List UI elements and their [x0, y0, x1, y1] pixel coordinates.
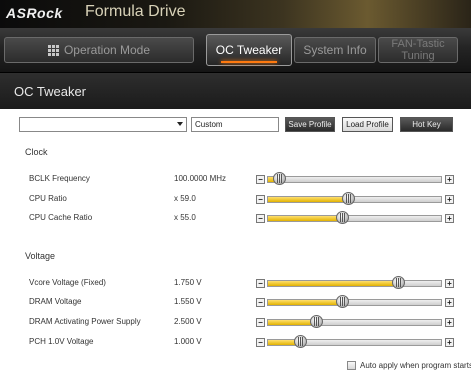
dram-voltage-label: DRAM Voltage	[29, 297, 82, 306]
dram-activating-power-label: DRAM Activating Power Supply	[29, 317, 141, 326]
slider-knob[interactable]	[336, 295, 350, 308]
vcore-voltage-slider[interactable]: − +	[256, 276, 454, 290]
load-profile-button[interactable]: Load Profile	[342, 117, 393, 132]
tab-oc-tweaker[interactable]: OC Tweaker	[206, 34, 292, 66]
increase-button[interactable]: +	[445, 298, 454, 307]
increase-button[interactable]: +	[445, 338, 454, 347]
auto-apply-label: Auto apply when program starts	[360, 361, 471, 370]
tab-fan-tastic-tuning[interactable]: FAN-Tastic Tuning	[378, 37, 458, 63]
profile-dropdown[interactable]	[19, 117, 187, 132]
increase-button[interactable]: +	[445, 214, 454, 223]
chevron-down-icon	[177, 122, 183, 126]
tab-label-line1: FAN-Tastic	[391, 38, 445, 50]
slider-fill	[268, 281, 398, 286]
content-panel	[0, 109, 471, 375]
slider-fill	[268, 300, 343, 305]
section-header: OC Tweaker	[0, 73, 471, 109]
auto-apply-option[interactable]: Auto apply when program starts	[347, 361, 471, 370]
hot-key-button[interactable]: Hot Key	[400, 117, 453, 132]
title-bar: ASRock Formula Drive	[0, 0, 471, 28]
slider-fill	[268, 216, 343, 221]
increase-button[interactable]: +	[445, 195, 454, 204]
decrease-button[interactable]: −	[256, 175, 265, 184]
save-profile-button[interactable]: Save Profile	[285, 117, 335, 132]
slider-knob[interactable]	[294, 335, 308, 348]
slider-track[interactable]	[267, 319, 442, 326]
slider-track[interactable]	[267, 299, 442, 306]
slider-track[interactable]	[267, 339, 442, 346]
bclk-frequency-label: BCLK Frequency	[29, 174, 90, 183]
tab-system-info[interactable]: System Info	[294, 37, 376, 63]
pch-voltage-label: PCH 1.0V Voltage	[29, 337, 94, 346]
dram-voltage-slider[interactable]: − +	[256, 295, 454, 309]
active-tab-indicator	[221, 61, 277, 63]
decrease-button[interactable]: −	[256, 279, 265, 288]
bclk-frequency-value: 100.0000 MHz	[174, 174, 227, 183]
slider-fill	[268, 197, 348, 202]
slider-knob[interactable]	[392, 276, 406, 289]
page-title: OC Tweaker	[14, 84, 87, 99]
increase-button[interactable]: +	[445, 318, 454, 327]
cpu-cache-ratio-slider[interactable]: − +	[256, 211, 454, 225]
pch-voltage-slider[interactable]: − +	[256, 335, 454, 349]
cpu-cache-ratio-value: x 55.0	[174, 213, 196, 222]
tab-operation-mode[interactable]: Operation Mode	[4, 37, 194, 63]
tab-label: Operation Mode	[63, 43, 151, 57]
brand-logo: ASRock	[6, 5, 63, 21]
decrease-button[interactable]: −	[256, 298, 265, 307]
slider-knob[interactable]	[310, 315, 323, 328]
pch-voltage-value: 1.000 V	[174, 337, 202, 346]
cpu-ratio-slider[interactable]: − +	[256, 192, 454, 206]
slider-knob[interactable]	[336, 211, 350, 224]
decrease-button[interactable]: −	[256, 318, 265, 327]
vcore-voltage-value: 1.750 V	[174, 278, 202, 287]
slider-knob[interactable]	[341, 192, 355, 205]
tab-label: System Info	[303, 43, 367, 57]
slider-track[interactable]	[267, 176, 442, 183]
cpu-ratio-value: x 59.0	[174, 194, 196, 203]
clock-group-title: Clock	[25, 147, 48, 157]
dram-activating-power-slider[interactable]: − +	[256, 315, 454, 329]
slider-track[interactable]	[267, 196, 442, 203]
app-title: Formula Drive	[85, 3, 186, 20]
bclk-frequency-slider[interactable]: − +	[256, 172, 454, 186]
auto-apply-checkbox[interactable]	[347, 361, 356, 370]
decrease-button[interactable]: −	[256, 214, 265, 223]
decrease-button[interactable]: −	[256, 338, 265, 347]
slider-track[interactable]	[267, 280, 442, 287]
profile-name-field[interactable]: Custom	[191, 117, 279, 132]
increase-button[interactable]: +	[445, 175, 454, 184]
dram-voltage-value: 1.550 V	[174, 297, 202, 306]
voltage-group-title: Voltage	[25, 251, 56, 261]
main-nav: Operation Mode OC Tweaker System Info FA…	[0, 28, 471, 73]
decrease-button[interactable]: −	[256, 195, 265, 204]
increase-button[interactable]: +	[445, 279, 454, 288]
grid-icon	[47, 44, 59, 56]
tab-label-line2: Tuning	[401, 50, 435, 62]
slider-knob[interactable]	[273, 172, 287, 185]
cpu-cache-ratio-label: CPU Cache Ratio	[29, 213, 93, 222]
slider-track[interactable]	[267, 215, 442, 222]
cpu-ratio-label: CPU Ratio	[29, 194, 67, 203]
tab-label: OC Tweaker	[215, 43, 283, 57]
dram-activating-power-value: 2.500 V	[174, 317, 202, 326]
vcore-voltage-label: Vcore Voltage (Fixed)	[29, 278, 106, 287]
